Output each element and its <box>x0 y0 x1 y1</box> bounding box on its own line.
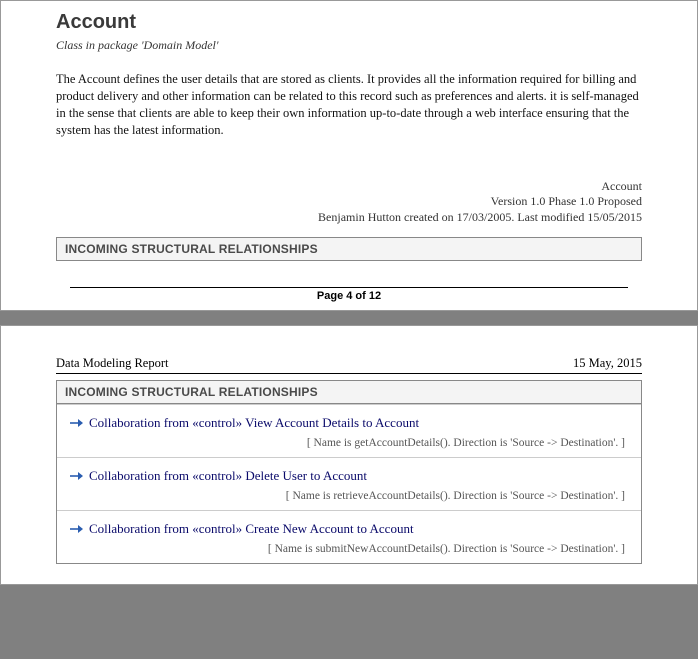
section-header-incoming: INCOMING STRUCTURAL RELATIONSHIPS <box>56 237 642 261</box>
class-title: Account <box>56 11 642 34</box>
report-title: Data Modeling Report <box>56 356 168 371</box>
relationship-title: Collaboration from «control» View Accoun… <box>69 415 629 431</box>
relationship-text: Collaboration from «control» Delete User… <box>89 468 367 484</box>
relationship-text: Collaboration from «control» View Accoun… <box>89 415 419 431</box>
relationships-table: INCOMING STRUCTURAL RELATIONSHIPS Collab… <box>56 380 642 564</box>
relationship-detail: [ Name is submitNewAccountDetails(). Dir… <box>69 543 629 555</box>
arrow-right-icon <box>69 523 83 535</box>
page-footer: Page 4 of 12 <box>70 287 628 302</box>
report-header: Data Modeling Report 15 May, 2015 <box>56 356 642 374</box>
meta-author: Benjamin Hutton created on 17/03/2005. L… <box>56 210 642 226</box>
relationship-title: Collaboration from «control» Create New … <box>69 521 629 537</box>
report-date: 15 May, 2015 <box>573 356 642 371</box>
class-subtitle: Class in package 'Domain Model' <box>56 38 642 53</box>
arrow-right-icon <box>69 470 83 482</box>
class-meta: Account Version 1.0 Phase 1.0 Proposed B… <box>56 179 642 226</box>
relationship-title: Collaboration from «control» Delete User… <box>69 468 629 484</box>
section-header-incoming-2: INCOMING STRUCTURAL RELATIONSHIPS <box>57 381 641 404</box>
meta-name: Account <box>56 179 642 195</box>
relationship-text: Collaboration from «control» Create New … <box>89 521 414 537</box>
relationship-row: Collaboration from «control» Create New … <box>57 510 641 563</box>
page-5: Data Modeling Report 15 May, 2015 INCOMI… <box>0 325 698 585</box>
relationship-row: Collaboration from «control» Delete User… <box>57 457 641 510</box>
arrow-right-icon <box>69 417 83 429</box>
class-description: The Account defines the user details tha… <box>56 71 642 139</box>
relationship-row: Collaboration from «control» View Accoun… <box>57 404 641 457</box>
meta-version: Version 1.0 Phase 1.0 Proposed <box>56 194 642 210</box>
relationship-detail: [ Name is getAccountDetails(). Direction… <box>69 437 629 449</box>
relationship-detail: [ Name is retrieveAccountDetails(). Dire… <box>69 490 629 502</box>
page-4: Account Class in package 'Domain Model' … <box>0 0 698 311</box>
